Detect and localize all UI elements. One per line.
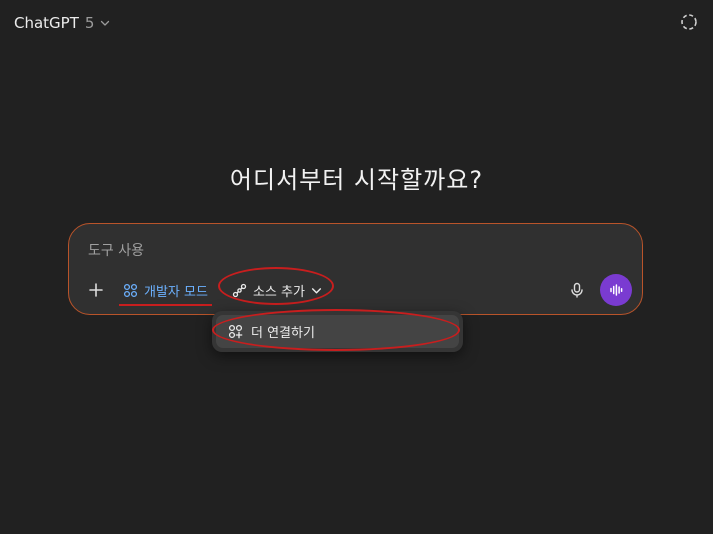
developer-mode-chip[interactable]: 개발자 모드 (119, 277, 212, 306)
add-source-button[interactable]: 소스 추가 (217, 266, 334, 305)
apps-icon (123, 283, 138, 297)
voice-mode-button[interactable] (600, 274, 632, 306)
model-selector[interactable]: ChatGPT 5 (14, 12, 110, 34)
menu-item-label: 더 연결하기 (251, 326, 315, 341)
waveform-icon (610, 284, 623, 296)
nodes-icon (232, 283, 247, 297)
add-attachment-button[interactable] (83, 277, 109, 303)
source-dropdown-menu: 더 연결하기 (212, 309, 463, 352)
annotation-oval (212, 309, 460, 351)
page-title: 어디서부터 시작할까요? (229, 166, 484, 194)
chevron-down-icon (101, 20, 110, 26)
chevron-down-icon (311, 287, 321, 293)
prompt-input[interactable]: 도구 사용 (88, 240, 144, 260)
composer-toolbar: 개발자 모드 소스 추가 (83, 266, 632, 306)
menu-item-connect-more[interactable]: 더 연결하기 (212, 309, 460, 351)
plus-icon (89, 283, 103, 297)
apps-plus-icon (228, 324, 243, 339)
composer: 도구 사용 개발자 모드 소스 추가 (68, 223, 643, 315)
microphone-icon (571, 282, 583, 298)
dictate-button[interactable] (564, 277, 590, 303)
developer-mode-label: 개발자 모드 (144, 284, 208, 300)
temporary-chat-button[interactable] (679, 12, 699, 32)
model-version: 5 (84, 14, 95, 32)
add-source-label: 소스 추가 (252, 284, 305, 300)
model-name: ChatGPT (14, 14, 79, 32)
chat-page: ChatGPT 5 어디서부터 시작할까요? 도구 사용 개발자 모드 소스 추… (0, 0, 713, 534)
annotation-underline (119, 303, 212, 306)
dashed-circle-icon (681, 14, 697, 30)
